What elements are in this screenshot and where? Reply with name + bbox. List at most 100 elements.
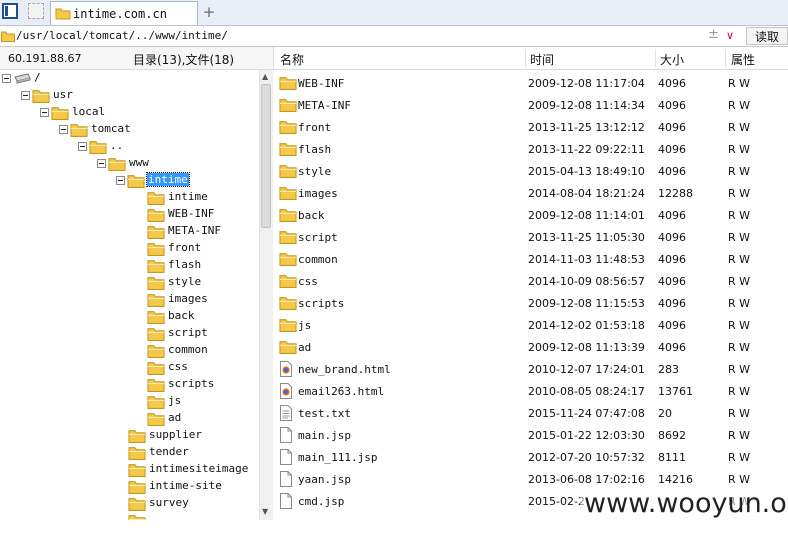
scroll-down-arrow-icon[interactable]: ▼ [262, 507, 268, 516]
file-attr: R W [728, 385, 751, 398]
collapse-toggle-icon[interactable] [21, 91, 30, 100]
tree-node-label: ad [168, 411, 182, 424]
tree-node[interactable]: tender [0, 444, 258, 461]
bookmark-toggle[interactable]: ± [708, 27, 719, 42]
collapse-toggle-icon[interactable] [97, 159, 106, 168]
file-row[interactable]: style 2015-04-13 18:49:10 4096 R W [273, 160, 788, 182]
file-row[interactable]: css 2014-10-09 08:56:57 4096 R W [273, 270, 788, 292]
column-attr[interactable]: 属性 [731, 51, 755, 68]
path-input[interactable]: /usr/local/tomcat/../www/intime/ [16, 29, 228, 42]
tree-node-label: .. [110, 139, 124, 152]
tree-node-label: script [168, 326, 208, 339]
html-file-icon [279, 383, 293, 402]
file-row[interactable]: email263.html 2010-08-05 08:24:17 13761 R W [273, 380, 788, 402]
tree-node[interactable]: ad [0, 410, 258, 427]
scrollbar-thumb[interactable] [261, 84, 271, 228]
tree-node[interactable]: WEB-INF [0, 206, 258, 223]
scroll-up-arrow-icon[interactable]: ▲ [262, 72, 268, 81]
file-row[interactable]: ad 2009-12-08 11:13:39 4096 R W [273, 336, 788, 358]
column-time[interactable]: 时间 [530, 51, 554, 68]
file-row[interactable]: WEB-INF 2009-12-08 11:17:04 4096 R W [273, 72, 788, 94]
tree-node[interactable] [0, 512, 258, 520]
file-row[interactable]: images 2014-08-04 18:21:24 12288 R W [273, 182, 788, 204]
collapse-toggle-icon[interactable] [40, 108, 49, 117]
tree-node-label: usr [53, 88, 73, 101]
tree-node[interactable]: flash [0, 257, 258, 274]
tree-node[interactable]: intimesiteimage [0, 461, 258, 478]
tree-node[interactable]: style [0, 274, 258, 291]
column-size[interactable]: 大小 [660, 51, 684, 68]
tree-node[interactable]: tomcat [0, 121, 258, 138]
file-row[interactable]: front 2013-11-25 13:12:12 4096 R W [273, 116, 788, 138]
directory-tree[interactable]: / usr local tomcat.. www intime intime WEB-INF M… [0, 70, 258, 520]
tree-node-label: intime-site [149, 479, 222, 492]
tree-node[interactable]: back [0, 308, 258, 325]
tree-node[interactable]: front [0, 240, 258, 257]
new-tab-button[interactable]: + [202, 3, 216, 21]
collapse-toggle-icon[interactable] [59, 125, 68, 134]
file-time: 2010-12-07 17:24:01 [528, 363, 645, 376]
file-time: 2014-08-04 18:21:24 [528, 187, 645, 200]
tree-node[interactable]: script [0, 325, 258, 342]
blank-tab-icon[interactable] [28, 3, 44, 19]
tree-node-label: flash [168, 258, 202, 271]
tree-node[interactable]: .. [0, 138, 258, 155]
column-name[interactable]: 名称 [280, 51, 304, 68]
read-button[interactable]: 读取 [746, 27, 788, 45]
tree-node[interactable]: intime-site [0, 478, 258, 495]
tree-node[interactable]: intime [0, 189, 258, 206]
tab-bar: intime.com.cn + [0, 0, 788, 26]
file-row[interactable]: new_brand.html 2010-12-07 17:24:01 283 R W [273, 358, 788, 380]
tree-node[interactable]: survey [0, 495, 258, 512]
tree-node[interactable]: usr [0, 87, 258, 104]
folder-icon [279, 229, 297, 247]
file-row[interactable]: main.jsp 2015-01-22 12:03:30 8692 R W [273, 424, 788, 446]
tree-node[interactable]: images [0, 291, 258, 308]
file-row[interactable]: flash 2013-11-22 09:22:11 4096 R W [273, 138, 788, 160]
file-attr: R W [728, 253, 751, 266]
file-row[interactable]: META-INF 2009-12-08 11:14:34 4096 R W [273, 94, 788, 116]
tree-node[interactable]: intime [0, 172, 258, 189]
chevron-down-icon[interactable]: ∨ [726, 29, 734, 42]
tree-node-label: WEB-INF [168, 207, 215, 220]
collapse-toggle-icon[interactable] [78, 142, 87, 151]
collapse-toggle-icon[interactable] [116, 176, 125, 185]
file-row[interactable]: common 2014-11-03 11:48:53 4096 R W [273, 248, 788, 270]
collapse-toggle-icon[interactable] [2, 74, 11, 83]
folder-icon [279, 97, 297, 115]
file-attr: R W [728, 121, 751, 134]
tree-node[interactable]: common [0, 342, 258, 359]
file-attr: R W [728, 209, 751, 222]
file-row[interactable]: js 2014-12-02 01:53:18 4096 R W [273, 314, 788, 336]
tree-node[interactable]: scripts [0, 376, 258, 393]
file-attr: R W [728, 341, 751, 354]
folder-icon [279, 185, 297, 203]
file-time: 2014-12-02 01:53:18 [528, 319, 645, 332]
window-icon[interactable] [2, 3, 18, 19]
file-row[interactable]: main_111.jsp 2012-07-20 10:57:32 8111 R W [273, 446, 788, 468]
file-name: new_brand.html [298, 363, 391, 376]
file-attr: R W [728, 165, 751, 178]
tree-node[interactable]: css [0, 359, 258, 376]
file-row[interactable]: script 2013-11-25 11:05:30 4096 R W [273, 226, 788, 248]
tab-intime[interactable]: intime.com.cn [50, 1, 198, 25]
file-size: 4096 [658, 341, 686, 354]
file-time: 2013-06-08 17:02:16 [528, 473, 645, 486]
folder-icon [279, 207, 297, 225]
folder-icon [279, 273, 297, 291]
tree-node[interactable]: / [0, 70, 258, 87]
tree-node[interactable]: local [0, 104, 258, 121]
tree-node[interactable]: supplier [0, 427, 258, 444]
tree-node[interactable]: META-INF [0, 223, 258, 240]
file-row[interactable]: back 2009-12-08 11:14:01 4096 R W [273, 204, 788, 226]
tree-scrollbar[interactable]: ▲ ▼ [259, 70, 273, 520]
file-row[interactable]: yaan.jsp 2013-06-08 17:02:16 14216 R W [273, 468, 788, 490]
file-row[interactable]: test.txt 2015-11-24 07:47:08 20 R W [273, 402, 788, 424]
tree-node[interactable]: www [0, 155, 258, 172]
item-counts: 目录(13),文件(18) [133, 53, 235, 67]
file-name: yaan.jsp [298, 473, 351, 486]
file-row[interactable]: scripts 2009-12-08 11:15:53 4096 R W [273, 292, 788, 314]
tree-node[interactable]: js [0, 393, 258, 410]
file-time: 2009-12-08 11:15:53 [528, 297, 645, 310]
tree-node-label: common [168, 343, 208, 356]
